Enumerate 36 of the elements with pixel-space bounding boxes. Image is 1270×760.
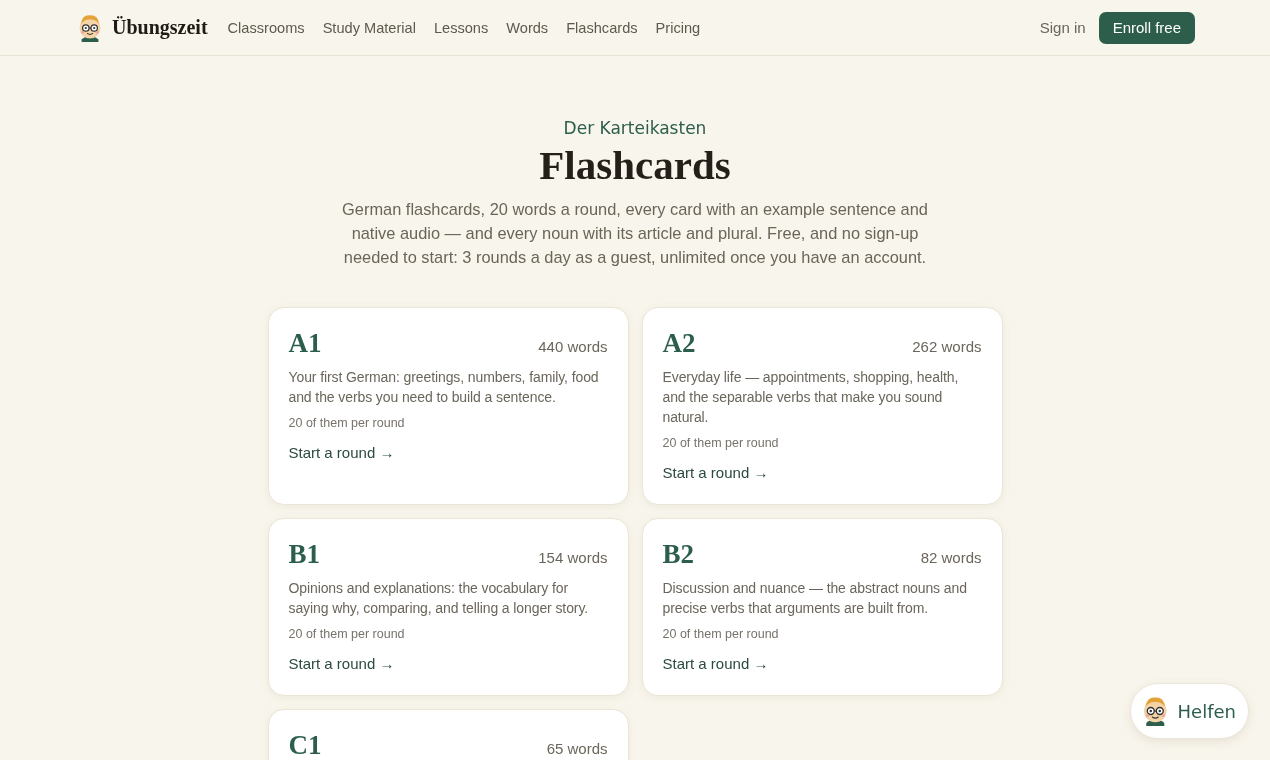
nav-link[interactable]: Classrooms [227,19,305,36]
nav-link[interactable]: Study Material [322,19,416,36]
level-title: A2 [662,330,696,356]
level-description: Discussion and nuance — the abstract nouns and precise verbs that arguments are built from. [662,579,968,618]
level-description: Everyday life — appointments, shopping, health, and the separable verbs that make you sound natural. [662,368,960,427]
page-title: Flashcards [539,141,731,189]
word-count: 82 words [920,549,982,567]
level-title: A1 [288,330,322,356]
word-count: 262 words [912,338,982,356]
intro-paragraph: German flashcards, 20 words a round, every card with an example sentence and native audio — and every noun with its article and plural. Free, and no sign-up needed to start: 3 rounds a day as a guest, unlimited once you have an account. [341,199,929,268]
level-description: Your first German: greetings, numbers, family, food and the verbs you need to build a sentence. [288,368,600,407]
level-description: Opinions and explanations: the vocabulary for saying why, comparing, and telling a longer story. [288,579,590,618]
nav-link[interactable]: Lessons [433,19,489,36]
nav-link[interactable]: Words [506,19,549,36]
level-title: B1 [288,541,320,567]
brand-name[interactable]: Übungszeit [112,16,208,39]
eyebrow-text: Der Karteikasten [563,117,707,140]
nav-link[interactable]: Flashcards [566,19,638,36]
word-count: 65 words [546,740,608,758]
start-round-link[interactable]: Start a round → [662,462,769,484]
help-button[interactable]: Helfen [1130,683,1249,739]
start-round-link[interactable]: Start a round → [288,653,395,675]
start-round-link[interactable]: Start a round → [662,653,769,675]
per-round-note: 20 of them per round [288,626,406,643]
level-title: C1 [288,732,322,758]
mascot-logo-icon [79,13,101,42]
nav-link[interactable]: Pricing [655,19,701,36]
per-round-note: 20 of them per round [662,626,780,643]
start-round-link[interactable]: Start a round → [288,442,395,464]
word-count: 440 words [538,338,608,356]
per-round-note: 20 of them per round [288,415,406,432]
sign-in-link[interactable]: Sign in [1039,19,1086,36]
per-round-note: 20 of them per round [662,435,780,452]
word-count: 154 words [538,549,608,567]
enroll-button[interactable]: Enroll free [1098,11,1195,44]
level-title: B2 [662,541,694,567]
